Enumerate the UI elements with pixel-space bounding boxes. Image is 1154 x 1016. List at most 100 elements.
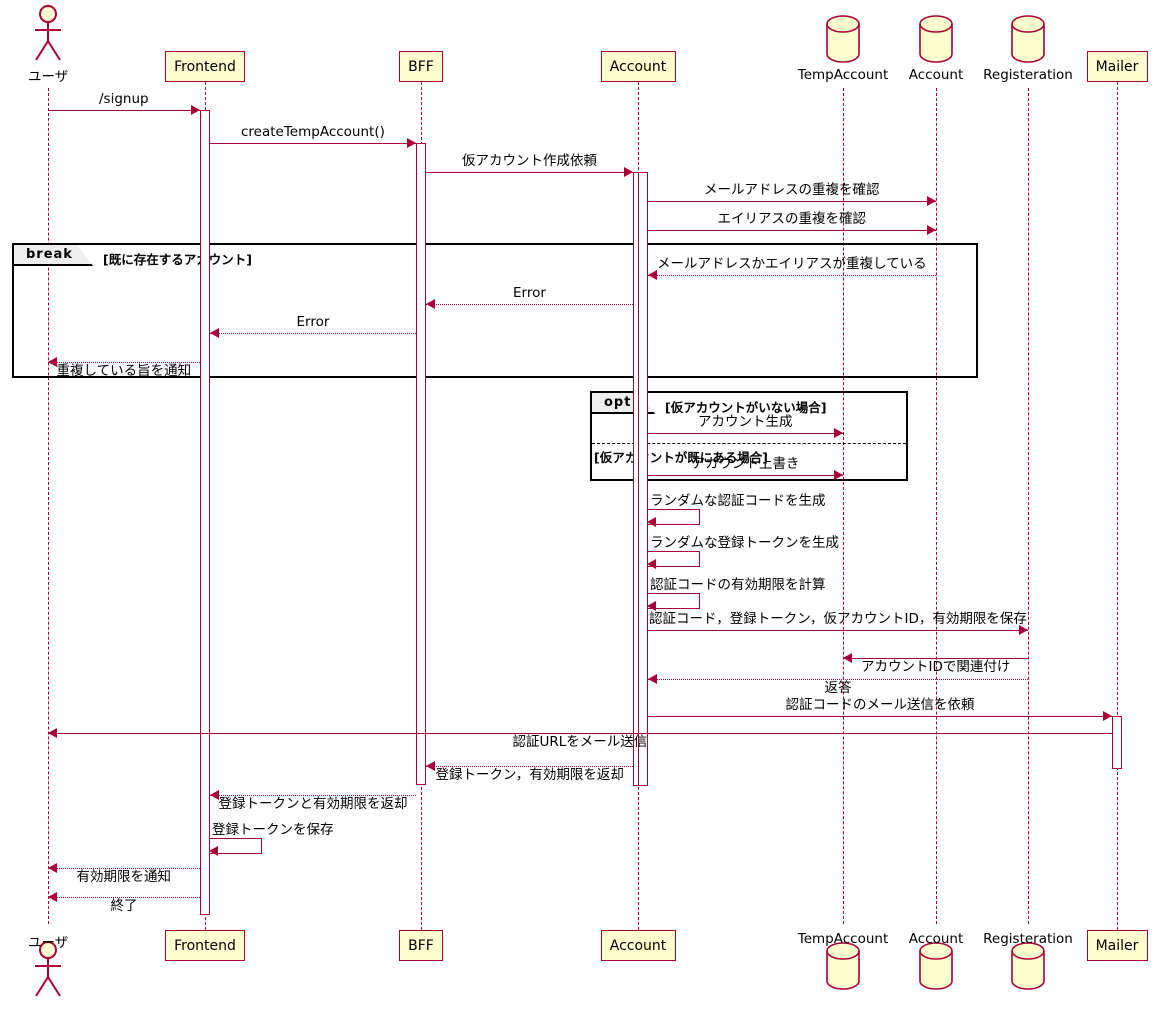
participant-mailer-bottom[interactable]: Mailer [1086,930,1148,961]
activation-frontend [200,110,210,915]
arrowhead-m12 [647,517,656,527]
lifeline-regdb [1028,88,1029,924]
arrowhead-m07 [426,299,435,309]
database-icon-tempdb-bottom [826,942,860,990]
participant-label: Account [609,937,667,954]
fragment-operator-text: opt [604,395,632,410]
participant-tempdb-top[interactable]: TempAccount [798,67,889,83]
message-label-m01: /signup [99,91,149,107]
actor-icon-user [35,5,61,61]
message-label-m09: 重複している旨を通知 [56,363,192,379]
message-line-m11 [648,475,843,476]
arrowhead-m18 [1103,711,1112,721]
database-icon-accdb-bottom [919,942,953,990]
participant-bff-bottom[interactable]: BFF [399,930,443,961]
participant-bff-top[interactable]: BFF [399,51,443,82]
message-label-m17: 返答 [824,680,852,696]
database-icon-regdb-bottom [1011,942,1045,990]
message-label-m02: createTempAccount() [241,124,385,140]
participant-regdb-bottom[interactable]: Registeration [983,931,1073,947]
database-icon-accdb [919,15,953,63]
sequence-diagram: ユーザ ユーザ Frontend Frontend BFF BFF Account Accou… [0,0,1154,1016]
participant-frontend-top[interactable]: Frontend [165,51,245,82]
participant-mailer-top[interactable]: Mailer [1086,51,1148,82]
arrowhead-m04 [927,196,936,206]
message-label-m03: 仮アカウント作成依頼 [462,153,597,169]
message-line-m08 [210,333,416,334]
message-label-m11: アカウント上書き [691,456,800,472]
message-label-m04: メールアドレスの重複を確認 [704,182,880,198]
participant-user-bottom[interactable]: ユーザ [28,931,68,951]
message-label-m08: Error [296,314,330,330]
arrowhead-m19 [48,728,57,738]
arrowhead-m08 [210,328,219,338]
fragment-condition-0: [既に存在するアカウント] [103,252,252,267]
message-label-m24: 終了 [110,898,138,914]
message-label-m10: アカウント生成 [698,414,793,430]
arrowhead-m24 [48,892,57,902]
activation-mailer [1112,716,1122,769]
message-label-m12: ランダムな認証コードを生成 [650,493,826,509]
participant-label: Account [609,58,667,75]
message-label-m05: エイリアスの重複を確認 [717,211,867,227]
participant-label: Frontend [174,58,236,75]
arrowhead-m16 [843,653,852,663]
participant-account-bottom[interactable]: Account [600,930,676,961]
message-line-m02 [210,143,416,144]
message-label-m18: 認証コードのメール送信を依頼 [785,697,975,713]
arrowhead-m06 [648,270,657,280]
message-label-m07: Error [513,285,546,301]
message-label-m16: アカウントIDで関連付け [861,659,1011,675]
participant-accdb-top[interactable]: Account [909,67,964,83]
message-label-m20: 登録トークン，有効期限を返却 [435,767,624,783]
message-line-m10 [648,433,843,434]
arrowhead-m23 [48,863,57,873]
activation-bff [416,143,426,785]
activation-account-nested [638,172,648,786]
participant-label: Frontend [174,937,236,954]
participant-user-top[interactable]: ユーザ [28,65,68,85]
participant-regdb-top[interactable]: Registeration [983,67,1073,83]
message-line-m01 [48,110,200,111]
message-label-m19: 認証URLをメール送信 [512,734,648,750]
arrowhead-m01 [191,105,200,115]
fragment-operator-text: break [26,247,73,262]
message-line-m07 [426,304,633,305]
lifeline-mailer [1117,82,1118,930]
participant-label: Mailer [1095,937,1139,954]
arrowhead-m03 [624,167,633,177]
message-line-m04 [648,201,936,202]
arrowhead-m11 [834,470,843,480]
arrowhead-m17 [648,674,657,684]
message-label-m21: 登録トークンと有効期限を返却 [218,796,408,812]
arrowhead-m22 [209,846,218,856]
message-label-m23: 有効期限を通知 [76,869,172,885]
message-line-m06 [648,275,936,276]
message-label-m22: 登録トークンを保存 [212,822,334,838]
arrowhead-m10 [834,428,843,438]
lifeline-accdb [936,88,937,924]
message-label-m14: 認証コードの有効期限を計算 [650,577,826,593]
lifeline-user [48,88,49,924]
participant-label: BFF [408,58,434,75]
arrowhead-m02 [407,138,416,148]
arrowhead-m20 [426,761,435,771]
message-label-m13: ランダムな登録トークンを生成 [650,535,839,551]
message-label-m06: メールアドレスかエイリアスが重複している [657,256,927,272]
message-line-m18 [648,716,1112,717]
database-icon-tempdb [826,15,860,63]
participant-accdb-bottom[interactable]: Account [909,931,964,947]
participant-tempdb-bottom[interactable]: TempAccount [798,931,889,947]
message-label-m15: 認証コード，登録トークン，仮アカウントID，有効期限を保存 [649,611,1027,627]
database-icon-regdb [1011,15,1045,63]
arrowhead-m14 [647,601,656,611]
message-line-m03 [426,172,633,173]
participant-label: Mailer [1095,58,1139,75]
message-line-m05 [648,230,936,231]
participant-label: BFF [408,937,434,954]
participant-account-top[interactable]: Account [600,51,676,82]
arrowhead-m05 [927,225,936,235]
arrowhead-m13 [647,559,656,569]
participant-frontend-bottom[interactable]: Frontend [165,930,245,961]
message-line-m15 [648,630,1028,631]
